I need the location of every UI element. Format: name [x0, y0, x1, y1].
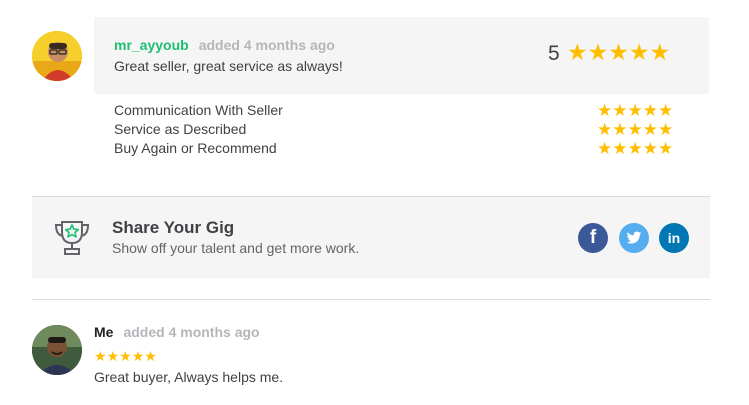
- star-icon: ★: [612, 139, 628, 158]
- star-icon: ★: [649, 39, 671, 65]
- star-icon: ★: [658, 101, 674, 120]
- share-gig-panel: Share Your Gig Show off your talent and …: [32, 197, 710, 278]
- star-icon: ★: [628, 39, 650, 65]
- star-icon: ★: [642, 101, 658, 120]
- category-label: Service as Described: [114, 121, 247, 137]
- trophy-icon: [51, 216, 93, 258]
- star-icon: ★: [612, 120, 628, 139]
- reviewer-avatar[interactable]: [32, 31, 82, 81]
- star-icon: ★: [612, 101, 628, 120]
- category-star-row: ★ ★ ★ ★ ★: [597, 102, 673, 121]
- star-icon: ★: [144, 348, 157, 364]
- category-star-row: ★ ★ ★ ★ ★: [597, 121, 673, 140]
- star-icon: ★: [627, 101, 643, 120]
- star-icon: ★: [587, 39, 609, 65]
- star-icon: ★: [119, 348, 132, 364]
- review-header: mr_ayyoub added 4 months ago: [114, 37, 335, 55]
- star-icon: ★: [642, 120, 658, 139]
- divider: [32, 299, 710, 300]
- overall-rating: 5: [548, 42, 560, 65]
- star-icon: ★: [658, 120, 674, 139]
- star-icon: ★: [627, 139, 643, 158]
- twitter-icon[interactable]: [619, 223, 649, 253]
- star-icon: ★: [658, 139, 674, 158]
- reviewer-username[interactable]: mr_ayyoub: [114, 37, 189, 53]
- rating-categories: Communication With Seller Service as Des…: [114, 101, 283, 158]
- response-header: Me added 4 months ago: [94, 324, 260, 342]
- facebook-icon[interactable]: f: [578, 223, 608, 253]
- star-icon: ★: [106, 348, 120, 364]
- response-date: added 4 months ago: [123, 324, 260, 340]
- review-comment: Great seller, great service as always!: [114, 58, 343, 74]
- share-title: Share Your Gig: [112, 218, 235, 237]
- category-stars: ★ ★ ★ ★ ★ ★ ★ ★ ★ ★ ★ ★ ★ ★ ★: [597, 102, 673, 159]
- star-icon: ★: [131, 348, 145, 364]
- category-label: Communication With Seller: [114, 102, 283, 118]
- response-comment: Great buyer, Always helps me.: [94, 369, 284, 385]
- linkedin-icon[interactable]: in: [659, 223, 689, 253]
- star-icon: ★: [627, 120, 643, 139]
- star-icon: ★: [642, 139, 658, 158]
- star-icon: ★: [597, 120, 613, 139]
- seller-avatar[interactable]: [32, 325, 82, 375]
- category-label: Buy Again or Recommend: [114, 140, 277, 156]
- star-icon: ★: [597, 139, 613, 158]
- star-icon: ★: [94, 348, 107, 364]
- category-star-row: ★ ★ ★ ★ ★: [597, 140, 673, 159]
- overall-stars: ★ ★ ★ ★ ★: [567, 41, 670, 64]
- star-icon: ★: [608, 39, 629, 65]
- response-stars: ★ ★ ★ ★ ★: [94, 349, 157, 363]
- star-icon: ★: [597, 101, 613, 120]
- review-card: mr_ayyoub added 4 months ago Great seller…: [94, 17, 709, 94]
- response-username: Me: [94, 324, 114, 340]
- star-icon: ★: [567, 39, 588, 65]
- share-subtitle: Show off your talent and get more work.: [112, 240, 360, 256]
- review-date: added 4 months ago: [198, 37, 335, 53]
